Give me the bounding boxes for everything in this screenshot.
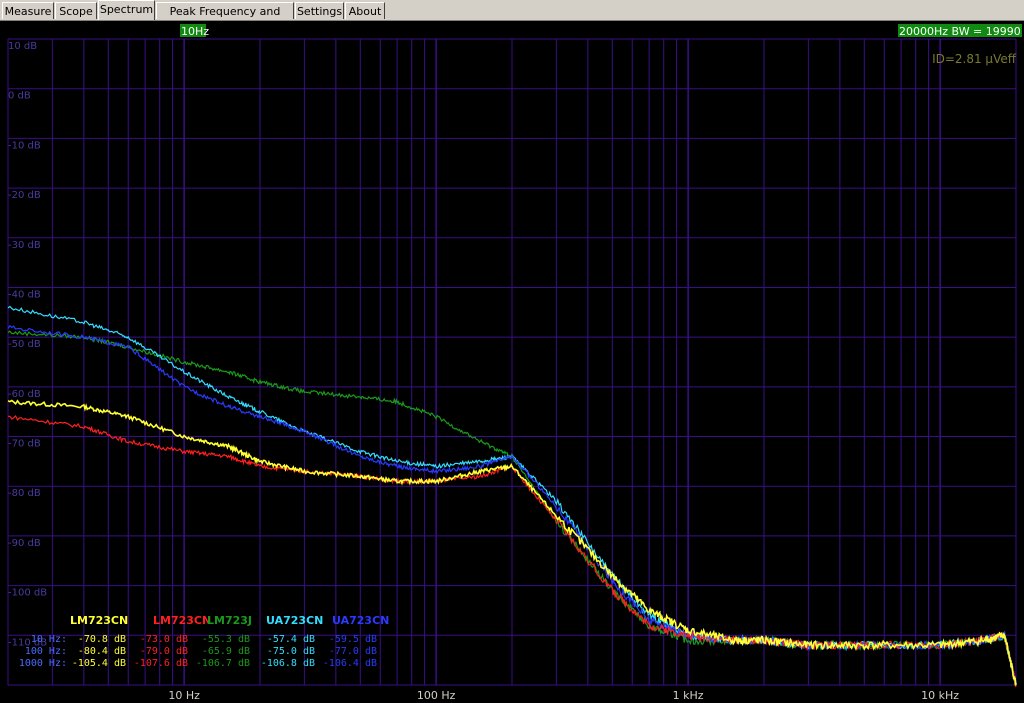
legend-entry: LM723CN: [153, 614, 211, 627]
tab-settings[interactable]: Settings: [295, 2, 344, 19]
readout-value: -65.9 dB: [202, 646, 250, 657]
readout-value: -79.0 dB: [140, 646, 188, 657]
y-tick-label: -70 dB: [8, 439, 41, 450]
y-tick-label: 0 dB: [8, 91, 31, 102]
y-tick-label: -100 dB: [8, 588, 47, 599]
tab-measure[interactable]: Measure: [2, 2, 54, 19]
readout-value: -57.4 dB: [267, 634, 315, 645]
legend-entry: LM723J: [207, 614, 252, 627]
y-tick-label: -30 dB: [8, 240, 41, 251]
y-tick-label: 10 dB: [8, 41, 37, 52]
readout-value: -59.5 dB: [329, 634, 377, 645]
legend: LM723CN LM723CNLM723J UA723CN UA723CN: [70, 614, 389, 627]
range-end-label: 20000Hz BW = 19990 Hz: [899, 25, 1024, 38]
readout-row-label: 1000 Hz:: [19, 658, 67, 669]
readout-row-label: 10 Hz:: [31, 634, 67, 645]
x-tick-labels: 10 Hz 100 Hz 1 kHz 10 kHz: [168, 689, 959, 702]
legend-entry: LM723CN: [70, 614, 128, 627]
chart-grid: [7, 38, 1017, 686]
legend-entry: UA723CN: [332, 614, 389, 627]
readout-row-label: 100 Hz:: [25, 646, 67, 657]
readout-value: -77.0 dB: [329, 646, 377, 657]
tab-bar: Measure Scope Spectrum Peak Frequency an…: [0, 0, 1024, 35]
readout-value: -105.4 dB: [72, 658, 126, 669]
legend-entry: UA723CN: [266, 614, 323, 627]
y-tick-labels: 10 dB 0 dB -10 dB -20 dB -30 dB -40 dB -50 dB -…: [8, 41, 47, 648]
x-tick-label: 10 Hz: [168, 689, 200, 702]
level-readout-table: 10 Hz: -70.8 dB -73.0 dB -55.3 dB -57.4 dB -5…: [19, 634, 377, 669]
readout-value: -80.4 dB: [78, 646, 126, 657]
y-tick-label: -40 dB: [8, 289, 41, 300]
y-tick-label: -60 dB: [8, 389, 41, 400]
y-tick-label: -90 dB: [8, 538, 41, 549]
tab-about[interactable]: About: [345, 2, 385, 19]
readout-value: -106.8 dB: [261, 658, 315, 669]
x-tick-label: 1 kHz: [673, 689, 704, 702]
tab-scope[interactable]: Scope: [55, 2, 97, 19]
tab-spectrum[interactable]: Spectrum: [98, 0, 155, 20]
range-start-label: 10Hz: [181, 25, 209, 38]
y-tick-label: -20 dB: [8, 190, 41, 201]
spectrum-chart[interactable]: 10 dB 0 dB -10 dB -20 dB -30 dB -40 dB -50 dB -…: [0, 21, 1024, 703]
readout-value: -73.0 dB: [140, 634, 188, 645]
x-tick-label: 10 kHz: [921, 689, 959, 702]
readout-value: -75.0 dB: [267, 646, 315, 657]
spectrum-panel: 10 dB 0 dB -10 dB -20 dB -30 dB -40 dB -50 dB -…: [0, 20, 1024, 703]
readout-value: -106.4 dB: [323, 658, 377, 669]
readout-value: -55.3 dB: [202, 634, 250, 645]
y-tick-label: -80 dB: [8, 488, 41, 499]
readout-value: -70.8 dB: [78, 634, 126, 645]
y-tick-label: -10 dB: [8, 140, 41, 151]
x-tick-label: 100 Hz: [417, 689, 456, 702]
y-tick-label: -50 dB: [8, 339, 41, 350]
readout-value: -106.7 dB: [196, 658, 250, 669]
tab-peak-frequency-and-level[interactable]: Peak Frequency and Level: [156, 2, 294, 35]
id-readout: ID=2.81 µVeff: [932, 52, 1017, 66]
readout-value: -107.6 dB: [134, 658, 188, 669]
